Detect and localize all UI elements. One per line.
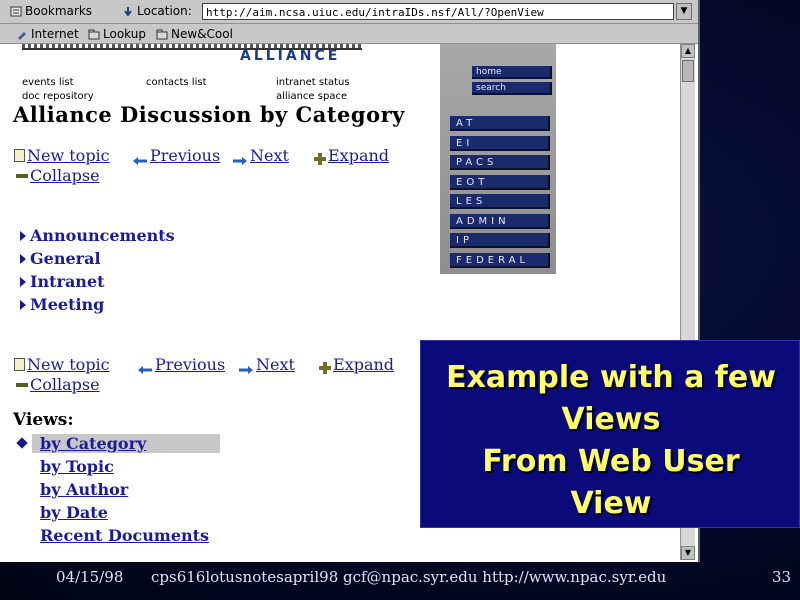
expand-triangle-icon[interactable] <box>20 253 26 264</box>
next-button[interactable]: Next <box>238 355 295 374</box>
previous-label: Previous <box>150 146 221 165</box>
new-document-icon <box>14 358 25 371</box>
view-link-by-date[interactable]: by Date <box>40 503 108 522</box>
nav-link-intranet-status[interactable]: intranet status <box>276 77 350 88</box>
collapse-button[interactable]: Collapse <box>16 166 100 185</box>
alliance-logo: ALLIANCE <box>240 48 341 64</box>
side-nav-home[interactable]: home <box>472 66 552 79</box>
previous-button[interactable]: Previous <box>137 355 225 374</box>
action-bar-top: New topic Previous Next Expand Collapse <box>14 146 414 186</box>
selected-view-bullet-icon <box>16 437 28 449</box>
expand-triangle-icon[interactable] <box>20 299 26 310</box>
category-item-general[interactable]: General <box>20 249 101 268</box>
next-label: Next <box>256 355 295 374</box>
location-toolbar: Bookmarks Location: http://aim.ncsa.uiuc… <box>0 0 698 24</box>
category-button-admin[interactable]: ADMIN <box>450 214 550 229</box>
personal-item-internet[interactable]: Internet <box>16 27 79 41</box>
nav-link-events[interactable]: events list <box>22 77 74 88</box>
category-button-ei[interactable]: EI <box>450 136 550 151</box>
bookmarks-button[interactable]: Bookmarks <box>10 4 92 18</box>
category-item-meeting[interactable]: Meeting <box>20 295 104 314</box>
next-label: Next <box>250 146 289 165</box>
arrow-right-icon <box>232 151 248 165</box>
folder-icon <box>156 29 168 40</box>
category-item-intranet[interactable]: Intranet <box>20 272 105 291</box>
previous-button[interactable]: Previous <box>132 146 220 165</box>
scroll-up-button[interactable]: ▲ <box>681 44 695 58</box>
category-label: Intranet <box>30 272 105 291</box>
category-button-pacs[interactable]: PACS <box>450 155 550 170</box>
personal-item-lookup[interactable]: Lookup <box>88 27 146 41</box>
view-link-by-author[interactable]: by Author <box>40 480 128 499</box>
expand-button[interactable]: Expand <box>319 355 394 374</box>
scroll-down-button[interactable]: ▼ <box>681 546 695 560</box>
bookmarks-label: Bookmarks <box>25 4 93 18</box>
nav-link-alliance-space[interactable]: alliance space <box>276 91 347 102</box>
arrow-left-icon <box>132 151 148 165</box>
category-label: General <box>30 249 101 268</box>
category-button-at[interactable]: AT <box>450 116 550 131</box>
scroll-thumb[interactable] <box>682 60 694 82</box>
views-heading: Views: <box>13 410 74 430</box>
nav-link-contacts[interactable]: contacts list <box>146 77 207 88</box>
expand-label: Expand <box>328 146 390 165</box>
expand-label: Expand <box>333 355 395 374</box>
side-nav-search[interactable]: search <box>472 82 552 95</box>
collapse-button[interactable]: Collapse <box>16 375 100 394</box>
expand-triangle-icon[interactable] <box>20 230 26 241</box>
slide-callout: Example with a few Views From Web User V… <box>420 340 800 528</box>
view-link-recent-documents[interactable]: Recent Documents <box>40 526 209 545</box>
minus-icon <box>16 173 28 178</box>
chevron-up-icon: ▲ <box>684 46 692 55</box>
personal-item-label: Internet <box>31 27 79 41</box>
arrow-left-icon <box>137 360 153 374</box>
personal-item-label: Lookup <box>103 27 146 41</box>
location-label: Location: <box>137 4 192 18</box>
new-topic-button[interactable]: New topic <box>14 355 110 374</box>
side-navigation: home search AT EI PACS EOT LES ADMIN IP … <box>440 44 556 274</box>
nav-link-doc-repository[interactable]: doc repository <box>22 91 94 102</box>
collapse-label: Collapse <box>30 166 100 185</box>
category-button-federal[interactable]: FEDERAL <box>450 253 550 268</box>
view-link-by-topic[interactable]: by Topic <box>40 457 114 476</box>
expand-button[interactable]: Expand <box>314 146 389 165</box>
link-icon <box>16 29 28 40</box>
plus-icon <box>314 150 326 165</box>
footer-source: cps616lotusnotesapril98 gcf@npac.syr.edu… <box>151 568 667 586</box>
url-dropdown-button[interactable]: ▼ <box>676 3 692 20</box>
action-bar-bottom: New topic Previous Next Expand Collapse <box>14 355 414 395</box>
chevron-down-icon: ▼ <box>680 6 688 16</box>
folder-icon <box>88 29 100 40</box>
url-input[interactable]: http://aim.ncsa.uiuc.edu/intraIDs.nsf/Al… <box>202 3 674 20</box>
collapse-label: Collapse <box>30 375 100 394</box>
category-item-announcements[interactable]: Announcements <box>20 226 175 245</box>
callout-text: Example with a few Views From Web User V… <box>446 360 776 521</box>
location-label-group: Location: <box>122 4 192 18</box>
personal-item-new-cool[interactable]: New&Cool <box>156 27 233 41</box>
personal-toolbar: Internet Lookup New&Cool <box>0 24 698 44</box>
location-arrow-icon <box>122 6 134 17</box>
plus-icon <box>319 359 331 374</box>
view-link-by-category[interactable]: by Category <box>40 434 146 453</box>
next-button[interactable]: Next <box>232 146 289 165</box>
expand-triangle-icon[interactable] <box>20 276 26 287</box>
category-button-ip[interactable]: IP <box>450 233 550 248</box>
new-topic-label: New topic <box>27 146 110 165</box>
category-button-eot[interactable]: EOT <box>450 175 550 190</box>
footer-date: 04/15/98 <box>56 568 124 586</box>
previous-label: Previous <box>155 355 226 374</box>
category-button-les[interactable]: LES <box>450 194 550 209</box>
new-topic-label: New topic <box>27 355 110 374</box>
personal-item-label: New&Cool <box>171 27 233 41</box>
category-label: Announcements <box>30 226 175 245</box>
minus-icon <box>16 382 28 387</box>
chevron-down-icon: ▼ <box>684 548 692 557</box>
arrow-right-icon <box>238 360 254 374</box>
page-title: Alliance Discussion by Category <box>13 102 405 127</box>
footer-page-number: 33 <box>772 568 792 586</box>
new-topic-button[interactable]: New topic <box>14 146 110 165</box>
bookmark-icon <box>10 6 22 17</box>
category-label: Meeting <box>30 295 105 314</box>
new-document-icon <box>14 149 25 162</box>
